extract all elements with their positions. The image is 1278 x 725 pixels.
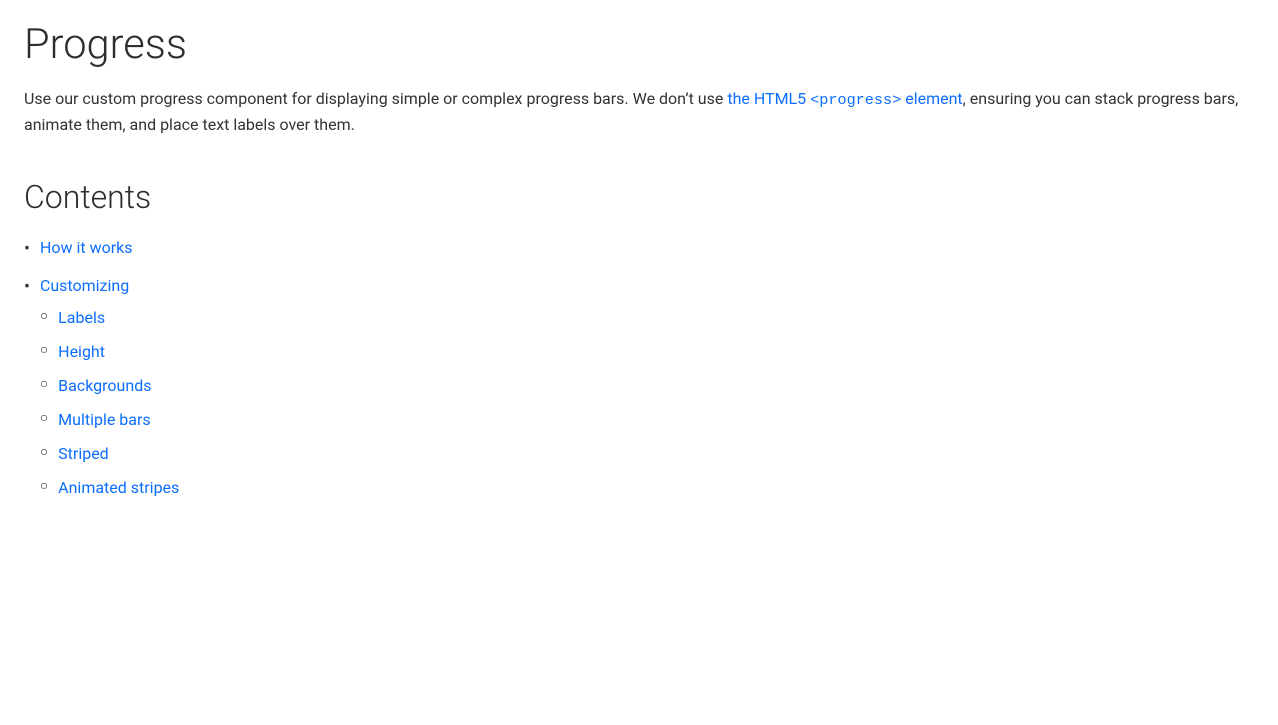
list-item: Labels — [40, 306, 179, 330]
backgrounds-link[interactable]: Backgrounds — [58, 374, 151, 398]
list-item: Backgrounds — [40, 374, 179, 398]
customizing-item: Customizing Labels Height Backgrounds Mu… — [40, 274, 179, 510]
how-it-works-link[interactable]: How it works — [40, 236, 133, 260]
page-title: Progress — [24, 20, 1254, 70]
list-item: How it works — [24, 236, 1254, 262]
contents-title: Contents — [24, 178, 1254, 216]
height-link[interactable]: Height — [58, 340, 105, 364]
list-item: Striped — [40, 442, 179, 466]
labels-link[interactable]: Labels — [58, 306, 105, 330]
striped-link[interactable]: Striped — [58, 442, 109, 466]
customizing-link[interactable]: Customizing — [40, 274, 179, 298]
list-item: Animated stripes — [40, 476, 179, 500]
multiple-bars-link[interactable]: Multiple bars — [58, 408, 151, 432]
animated-stripes-link[interactable]: Animated stripes — [58, 476, 179, 500]
contents-list: How it works Customizing Labels Height B… — [24, 236, 1254, 510]
list-item: Customizing Labels Height Backgrounds Mu… — [24, 274, 1254, 510]
sub-list: Labels Height Backgrounds Multiple bars … — [40, 306, 179, 510]
progress-element-link[interactable]: the HTML5 <progress> element — [727, 89, 962, 108]
intro-text-before: Use our custom progress component for di… — [24, 89, 727, 108]
list-item: Multiple bars — [40, 408, 179, 432]
list-item: Height — [40, 340, 179, 364]
intro-paragraph: Use our custom progress component for di… — [24, 86, 1254, 138]
contents-section: Contents How it works Customizing Labels… — [24, 178, 1254, 510]
